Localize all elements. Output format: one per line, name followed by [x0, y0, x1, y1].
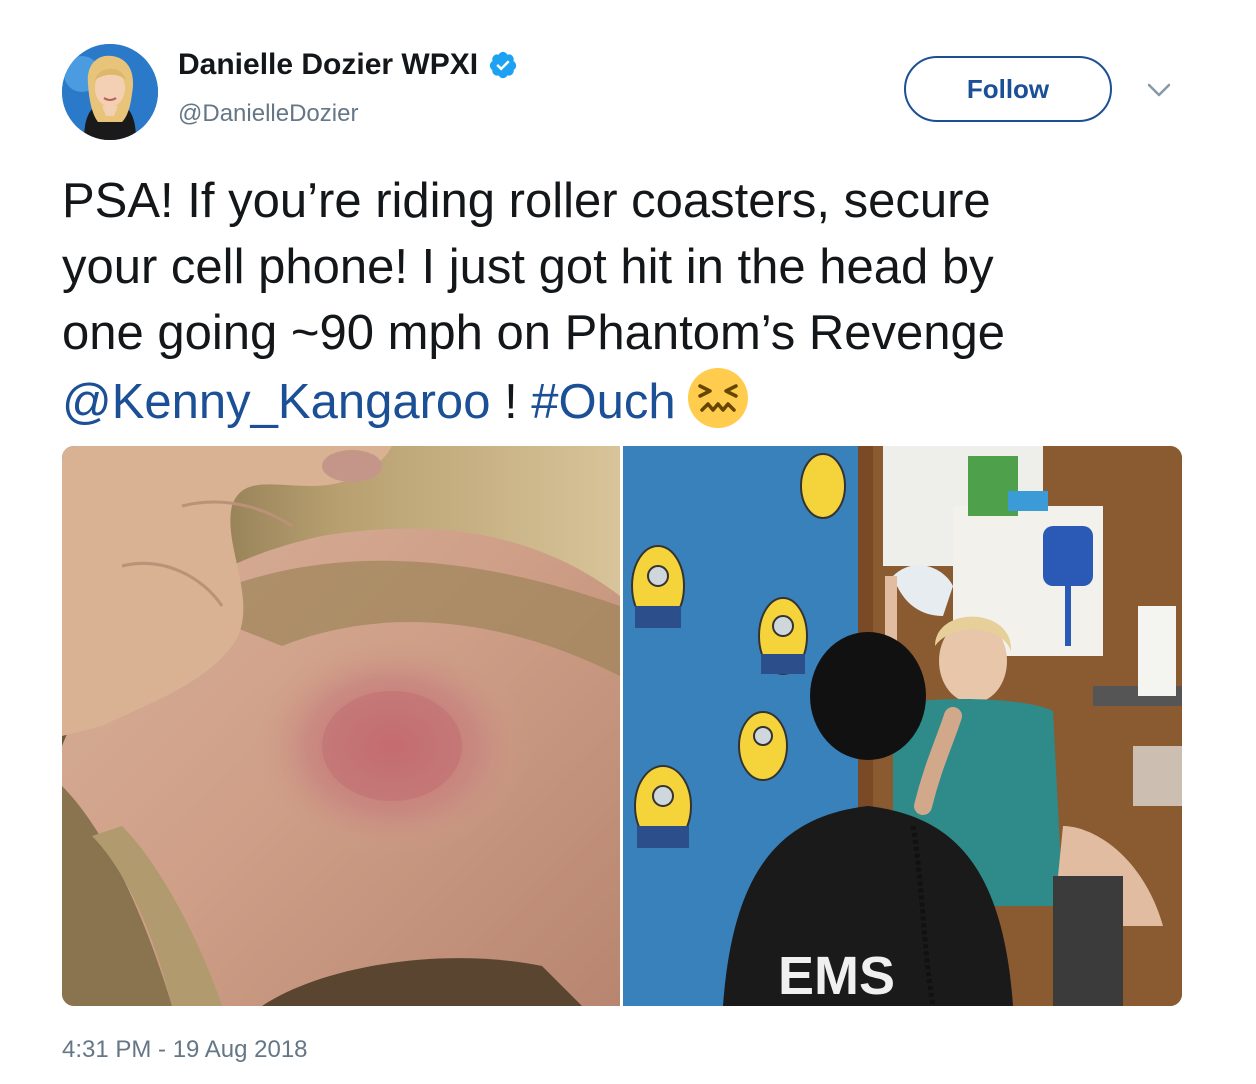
- mention-link[interactable]: @Kenny_Kangaroo: [62, 375, 490, 429]
- author-handle[interactable]: @DanielleDozier: [178, 100, 358, 128]
- ems-examination-photo[interactable]: EMS: [623, 446, 1182, 1006]
- avatar[interactable]: [62, 44, 158, 140]
- tweet-text: PSA! If you’re riding roller coasters, s…: [62, 168, 1192, 435]
- tweet-text-line: one going ~90 mph on Phantom’s Revenge: [62, 306, 1006, 360]
- media-grid: EMS: [62, 446, 1182, 1006]
- verified-badge-icon: [489, 51, 517, 79]
- chevron-down-icon[interactable]: [1146, 80, 1172, 100]
- ems-shirt-text: EMS: [778, 946, 895, 1006]
- tweet-text-line-last: @Kenny_Kangaroo ! #Ouch: [62, 366, 1192, 435]
- tweet-text-line: PSA! If you’re riding roller coasters, s…: [62, 174, 991, 228]
- author-name-row[interactable]: Danielle Dozier WPXI: [178, 48, 518, 82]
- tweet-text-line: your cell phone! I just got hit in the h…: [62, 240, 994, 294]
- tweet-timestamp[interactable]: 4:31 PM - 19 Aug 2018: [62, 1036, 308, 1064]
- confounded-face-emoji-icon: [687, 368, 748, 428]
- author-display-name[interactable]: Danielle Dozier WPXI: [178, 48, 478, 82]
- follow-button[interactable]: Follow: [904, 56, 1112, 122]
- hashtag-link[interactable]: #Ouch: [531, 375, 675, 429]
- tweet-separator: !: [490, 375, 532, 429]
- bruised-forehead-photo[interactable]: [62, 446, 620, 1006]
